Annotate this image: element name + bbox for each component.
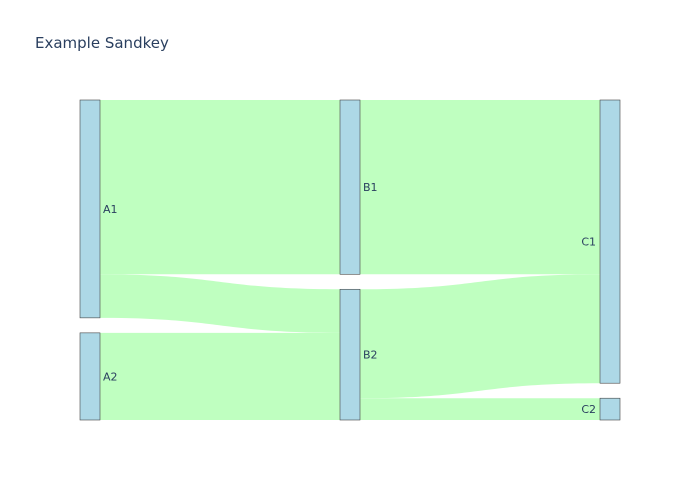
node-label-C2: C2 [581,403,596,416]
node-A1[interactable] [79,99,101,319]
node-label-B2: B2 [363,349,378,362]
link-B2-C1[interactable] [360,274,600,399]
node-A2[interactable] [79,332,101,421]
node-label-A1: A1 [103,203,118,216]
node-B2[interactable] [339,288,361,421]
sankey-diagram: A1 A2 B1 B2 C1 C2 [79,99,621,421]
node-label-B1: B1 [363,181,378,194]
link-B1-C1[interactable] [360,100,600,275]
link-A2-B2[interactable] [100,332,340,420]
link-A1-B1[interactable] [100,100,340,275]
link-A1-B2[interactable] [100,274,340,333]
node-C1[interactable] [599,99,621,384]
node-B1[interactable] [339,99,361,275]
link-B2-C2[interactable] [360,398,600,420]
node-label-A2: A2 [103,370,118,383]
node-C2[interactable] [599,397,621,421]
node-label-C1: C1 [581,236,596,249]
